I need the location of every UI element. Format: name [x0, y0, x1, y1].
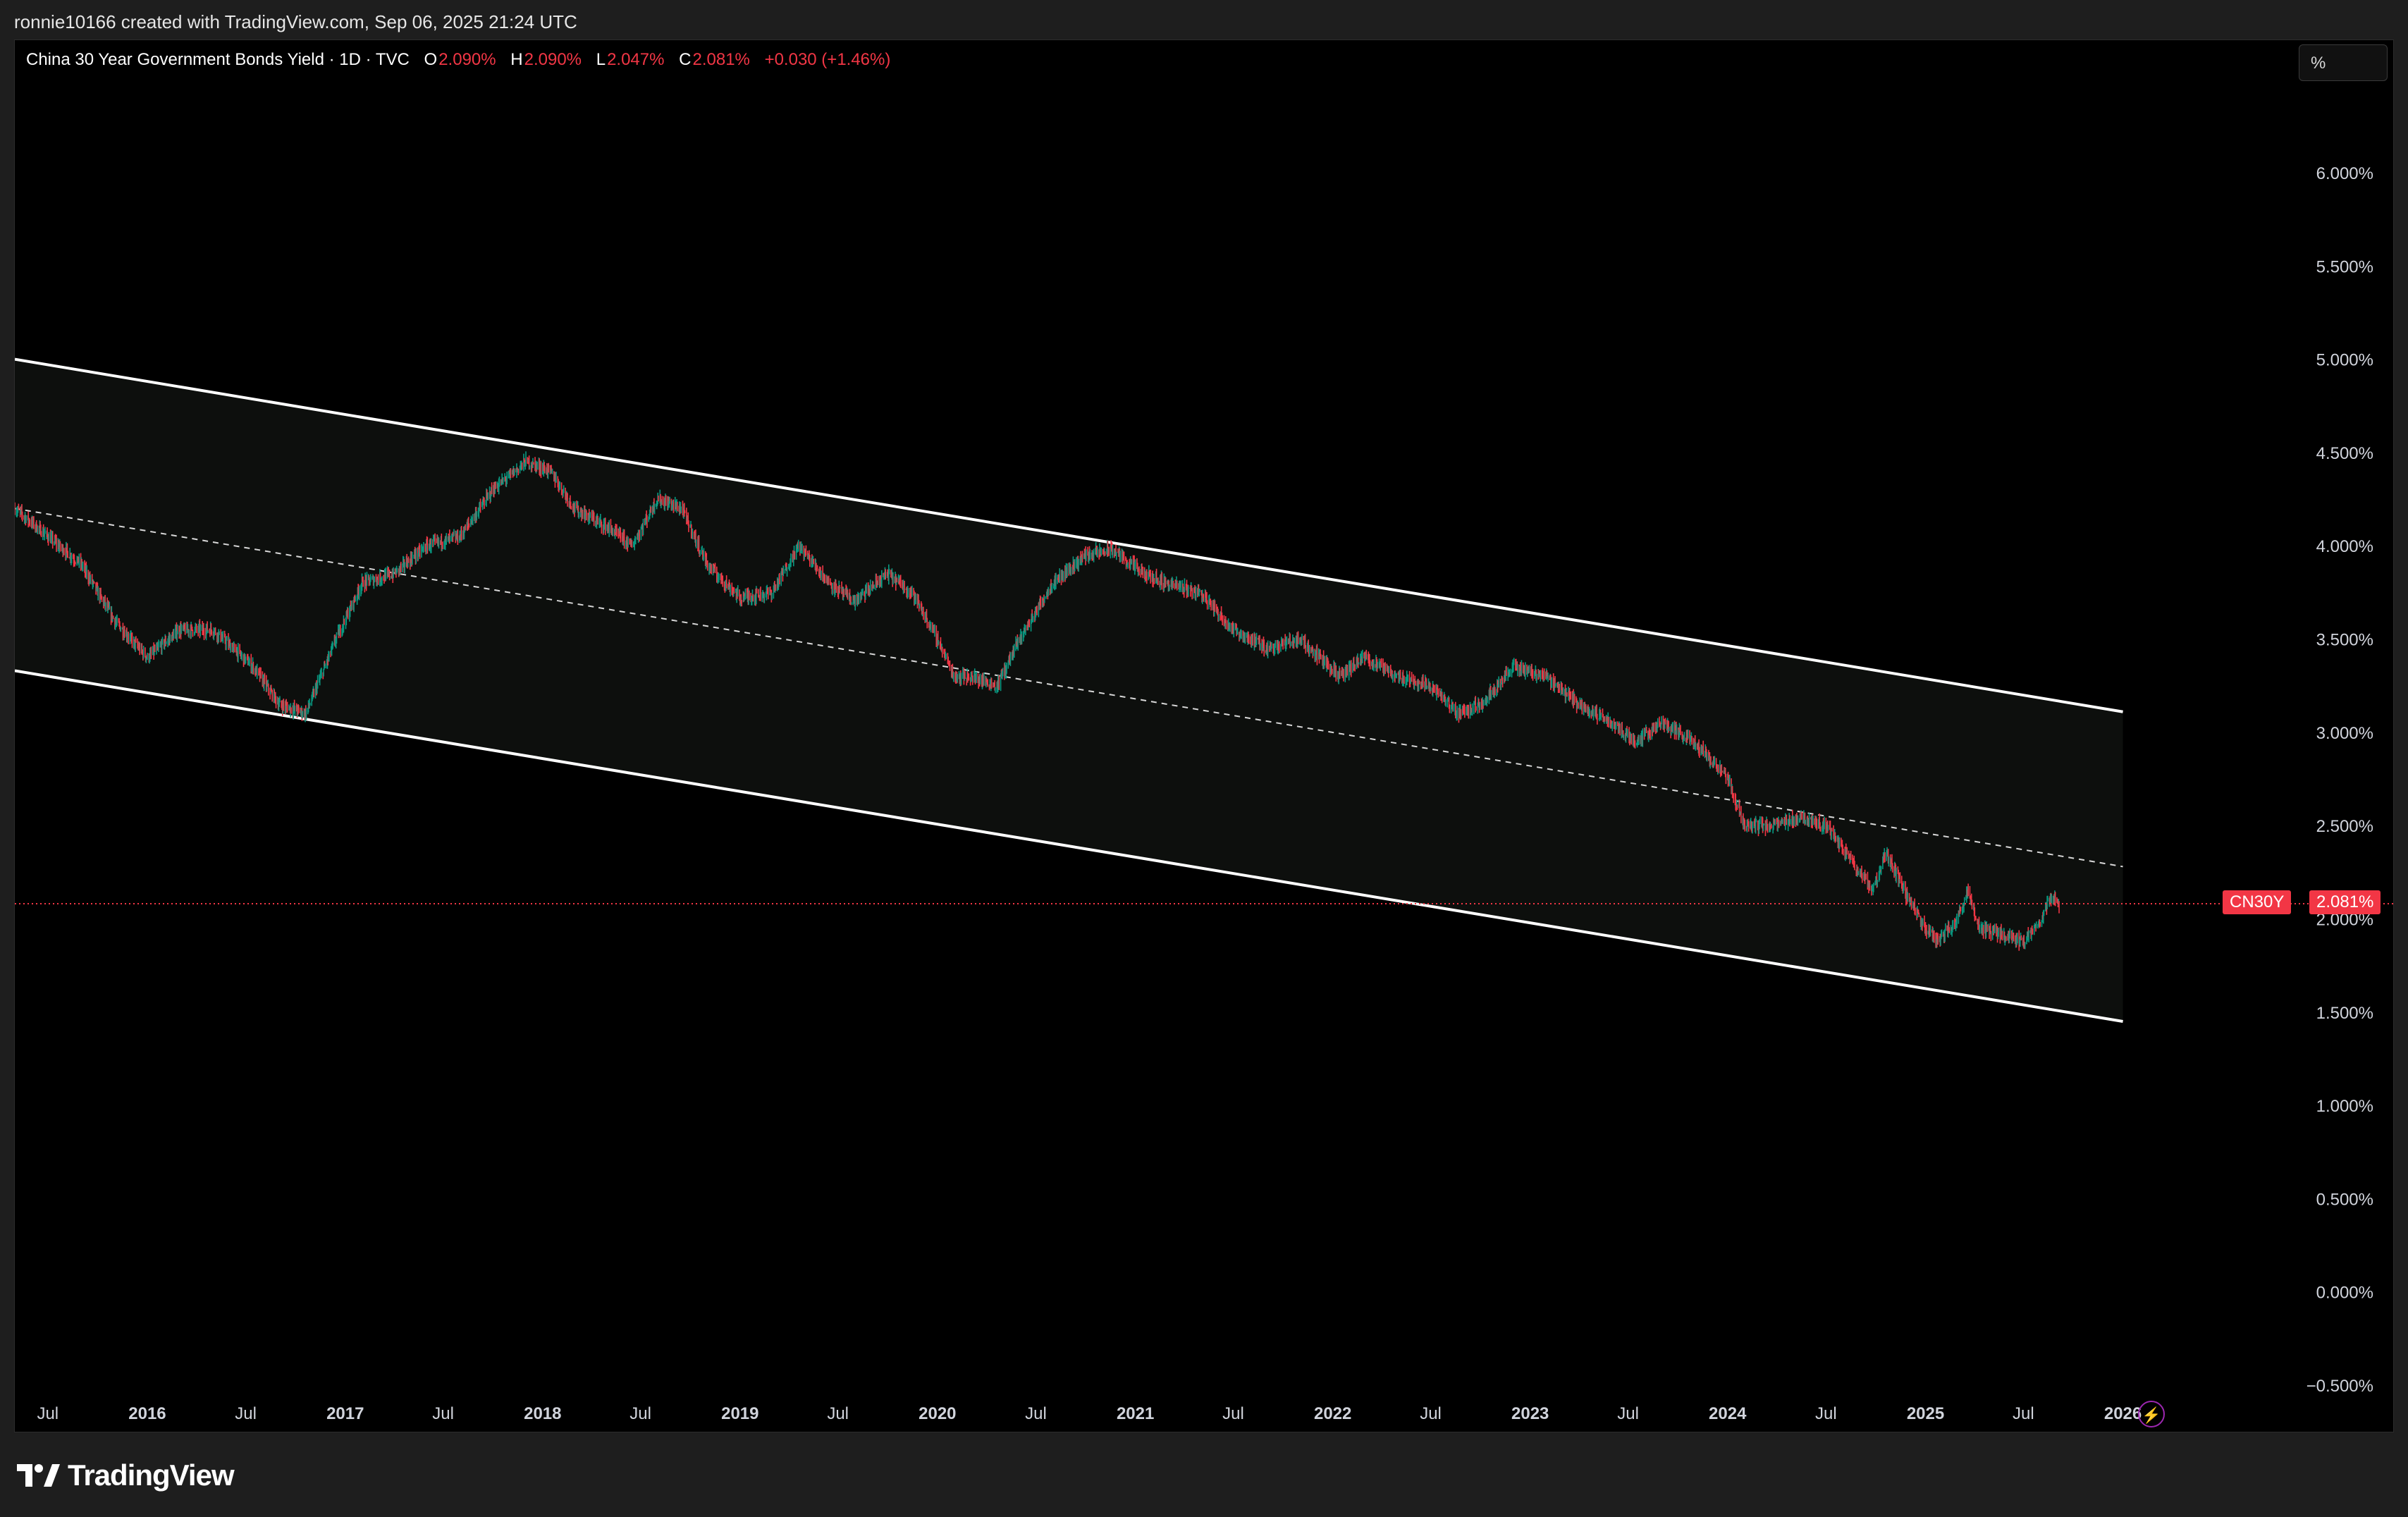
x-tick-label: Jul — [37, 1404, 59, 1423]
close-value: 2.081% — [692, 50, 750, 69]
y-tick-label: 4.000% — [2316, 537, 2373, 556]
chart-pane[interactable]: 6.000% 5.500% 5.000% 4.500% 4.000% 3.500% 3.00… — [14, 39, 2394, 1432]
y-tick-label: 0.500% — [2316, 1190, 2373, 1209]
price-chart[interactable]: 6.000% 5.500% 5.000% 4.500% 4.000% 3.500% 3.00… — [15, 40, 2393, 1432]
change-value: +0.030 (+1.46%) — [764, 50, 891, 69]
footer-brand[interactable]: TradingView — [16, 1456, 235, 1494]
time-axis[interactable]: Jul 2016 Jul 2017 Jul 2018 Jul 2019 Jul 2020 Jul 20… — [37, 1404, 2142, 1423]
x-tick-label: 2022 — [1314, 1404, 1351, 1423]
x-tick-label: Jul — [1025, 1404, 1047, 1423]
x-tick-label: Jul — [1420, 1404, 1442, 1423]
x-tick-label: Jul — [1815, 1404, 1837, 1423]
open-label: O — [424, 50, 438, 69]
brand-name: TradingView — [68, 1458, 235, 1492]
high-label: H — [510, 50, 523, 69]
x-tick-label: 2019 — [721, 1404, 758, 1423]
y-tick-label: 6.000% — [2316, 164, 2373, 183]
x-tick-label: 2025 — [1907, 1404, 1944, 1423]
close-label: C — [679, 50, 692, 69]
price-unit-button[interactable]: % — [2299, 44, 2388, 81]
price-axis[interactable]: 6.000% 5.500% 5.000% 4.500% 4.000% 3.500% 3.00… — [2306, 164, 2373, 1396]
regression-channel[interactable] — [15, 357, 2123, 1023]
x-tick-label: 2017 — [326, 1404, 364, 1423]
x-tick-label: 2020 — [919, 1404, 956, 1423]
y-tick-label: 1.500% — [2316, 1004, 2373, 1023]
channel-fill — [15, 359, 2123, 1022]
y-tick-label: 2.500% — [2316, 817, 2373, 836]
x-tick-label: Jul — [827, 1404, 849, 1423]
x-tick-label: Jul — [1222, 1404, 1244, 1423]
y-tick-label: 4.500% — [2316, 444, 2373, 463]
y-tick-label: 5.500% — [2316, 257, 2373, 276]
open-value: 2.090% — [438, 50, 496, 69]
x-tick-label: 2024 — [1709, 1404, 1747, 1423]
symbol-title: China 30 Year Government Bonds Yield · 1… — [26, 50, 410, 69]
x-tick-label: Jul — [1617, 1404, 1639, 1423]
last-price-label: 2.081% — [2309, 890, 2381, 914]
x-tick-label: 2016 — [128, 1404, 166, 1423]
x-tick-label: 2026 — [2104, 1404, 2142, 1423]
symbol-legend: China 30 Year Government Bonds Yield · 1… — [26, 50, 890, 70]
y-tick-label: 0.000% — [2316, 1284, 2373, 1303]
x-tick-label: Jul — [629, 1404, 651, 1423]
x-tick-label: 2021 — [1117, 1404, 1154, 1423]
x-tick-label: 2023 — [1511, 1404, 1549, 1423]
lightning-bolt-icon[interactable]: ⚡ — [2138, 1401, 2165, 1427]
symbol-price-label: CN30Y — [2223, 890, 2292, 914]
x-tick-label: Jul — [2013, 1404, 2034, 1423]
high-value: 2.090% — [524, 50, 582, 69]
low-label: L — [596, 50, 606, 69]
y-tick-label: 3.000% — [2316, 724, 2373, 743]
tradingview-logo-icon — [17, 1464, 60, 1487]
attribution-text: ronnie10166 created with TradingView.com… — [14, 11, 577, 32]
y-tick-label: 1.000% — [2316, 1097, 2373, 1116]
attribution-bar: ronnie10166 created with TradingView.com… — [0, 0, 2408, 39]
low-value: 2.047% — [607, 50, 665, 69]
x-tick-label: Jul — [235, 1404, 257, 1423]
y-tick-label: 5.000% — [2316, 351, 2373, 370]
y-tick-label: −0.500% — [2306, 1377, 2373, 1396]
y-tick-label: 3.500% — [2316, 631, 2373, 650]
x-tick-label: Jul — [432, 1404, 454, 1423]
x-tick-label: 2018 — [524, 1404, 561, 1423]
